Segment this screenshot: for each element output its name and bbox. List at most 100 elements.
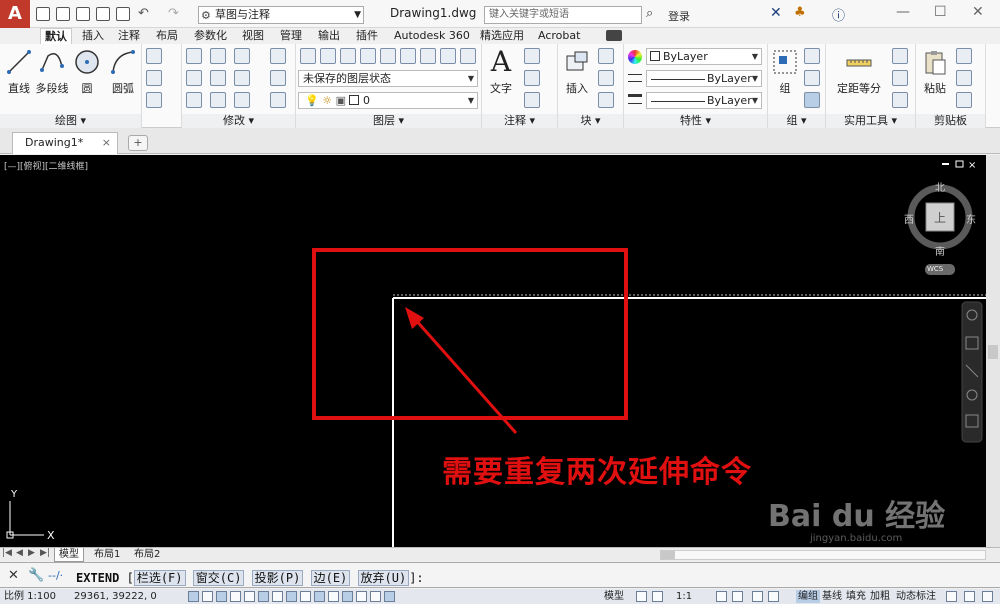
layout-tab-layout2[interactable]: 布局2 (130, 548, 164, 562)
layer-select[interactable]: 💡 ☼ ▣ 0 ▼ (298, 92, 478, 109)
connect-icon[interactable]: ♣ (794, 5, 806, 20)
doc-tab-drawing1[interactable]: Drawing1* × (12, 132, 118, 154)
wrench-icon[interactable]: 🔧 (28, 568, 44, 583)
close-command-line-icon[interactable]: ✕ (8, 568, 19, 583)
dimension-icon[interactable] (524, 48, 540, 64)
status-item-fill[interactable]: 填充 (846, 590, 866, 603)
quick-calc-icon[interactable] (892, 48, 908, 64)
annotation-visibility-icon[interactable] (716, 591, 727, 602)
arc-tool[interactable]: 圆弧 (106, 48, 140, 96)
panel-clipboard-title[interactable]: 剪贴板 (916, 114, 985, 128)
status-item-dynamic-dim[interactable]: 动态标注 (896, 590, 936, 603)
panel-modify-title[interactable]: 修改 ▾ (182, 114, 295, 128)
am-toggle[interactable] (384, 591, 395, 602)
paste-tool[interactable]: 粘贴 (918, 48, 952, 96)
layout-tab-model[interactable]: 模型 (54, 548, 84, 562)
tab-plugins[interactable]: 插件 (352, 28, 382, 44)
option-edge[interactable]: 边(E) (310, 570, 351, 586)
option-crossing[interactable]: 窗交(C) (192, 570, 245, 586)
ducs-toggle[interactable] (300, 591, 311, 602)
linetype-select[interactable]: ByLayer ▼ (646, 70, 762, 87)
cut-icon[interactable] (956, 48, 972, 64)
group-edit-icon[interactable] (804, 70, 820, 86)
close-icon[interactable]: × (102, 133, 111, 153)
grid-toggle[interactable] (216, 591, 227, 602)
layer-previous-icon[interactable] (340, 48, 356, 64)
dyn-toggle[interactable] (314, 591, 325, 602)
clean-screen-icon[interactable] (982, 591, 993, 602)
command-prompt[interactable]: EXTEND [栏选(F) 窗交(C) 投影(P) 边(E) 放弃(U)]: (76, 569, 424, 586)
color-wheel-icon[interactable] (628, 50, 642, 64)
line-tool[interactable]: 直线 (2, 48, 36, 96)
measure-tool[interactable]: 定距等分 (830, 48, 888, 96)
create-block-icon[interactable] (598, 48, 614, 64)
panel-properties-title[interactable]: 特性 ▾ (624, 114, 767, 128)
panel-annotation-title[interactable]: 注释 ▾ (482, 114, 557, 128)
move-icon[interactable] (186, 48, 202, 64)
erase-icon[interactable] (270, 48, 286, 64)
status-item-bold[interactable]: 加粗 (870, 590, 890, 603)
stretch-icon[interactable] (186, 92, 202, 108)
viewcube-top-label[interactable]: 上 (934, 209, 946, 226)
close-window-button[interactable]: ✕ (972, 4, 984, 20)
hardware-acceleration-icon[interactable] (964, 591, 975, 602)
tab-insert[interactable]: 插入 (78, 28, 108, 44)
layer-unlock-icon[interactable] (440, 48, 456, 64)
new-file-icon[interactable] (36, 7, 50, 21)
color-select[interactable]: ByLayer ▼ (646, 48, 762, 65)
lineweight-select[interactable]: ByLayer ▼ (646, 92, 762, 109)
redo-icon[interactable]: ↷ (168, 6, 179, 21)
annotation-scale[interactable]: 1:1 (676, 590, 692, 603)
edit-block-icon[interactable] (598, 70, 614, 86)
boundary-icon[interactable] (146, 92, 162, 108)
rotate-icon[interactable] (210, 48, 226, 64)
leader-icon[interactable] (524, 70, 540, 86)
horizontal-scrollbar[interactable] (660, 550, 986, 560)
offset-icon[interactable] (270, 92, 286, 108)
copy-clip-icon[interactable] (956, 70, 972, 86)
vertical-scroll-thumb[interactable] (988, 345, 998, 359)
isolate-objects-icon[interactable] (946, 591, 957, 602)
tab-default[interactable]: 默认 (40, 28, 72, 44)
compass-south[interactable]: 南 (935, 243, 945, 258)
otrack-toggle[interactable] (286, 591, 297, 602)
layer-properties-icon[interactable] (300, 48, 316, 64)
new-tab-button[interactable]: + (128, 135, 148, 151)
infer-constraints-toggle[interactable] (188, 591, 199, 602)
vertical-scrollbar[interactable] (986, 155, 1000, 547)
application-menu-button[interactable]: A (0, 0, 30, 28)
osnap-toggle[interactable] (258, 591, 269, 602)
layer-isolate-icon[interactable] (360, 48, 376, 64)
tab-output[interactable]: 输出 (314, 28, 344, 44)
binoculars-icon[interactable]: ⌕ (646, 6, 653, 21)
exchange-icon[interactable]: ✕ (770, 5, 782, 21)
tpy-toggle[interactable] (342, 591, 353, 602)
circle-tool[interactable]: 圆 (70, 48, 104, 96)
tab-acrobat[interactable]: Acrobat (534, 28, 584, 44)
open-file-icon[interactable] (56, 7, 70, 21)
undo-icon[interactable]: ↶ (138, 6, 149, 21)
3dosnap-toggle[interactable] (272, 591, 283, 602)
polar-toggle[interactable] (244, 591, 255, 602)
panel-utilities-title[interactable]: 实用工具 ▾ (826, 114, 915, 128)
horizontal-scroll-thumb[interactable] (661, 551, 675, 559)
ribbon-toggle-icon[interactable] (606, 30, 622, 41)
drawing-canvas[interactable]: [—][俯视][二维线框] Y X × 北 南 东 西 上 WCS 需要重复两次… (0, 155, 986, 547)
tab-featured-apps[interactable]: 精选应用 (476, 28, 528, 44)
sc-toggle[interactable] (370, 591, 381, 602)
insert-tool[interactable]: 插入 (560, 48, 594, 96)
qp-toggle[interactable] (356, 591, 367, 602)
copy-with-base-icon[interactable] (956, 92, 972, 108)
array-icon[interactable] (234, 92, 250, 108)
workspace-select[interactable]: ⚙ 草图与注释 ▼ (198, 6, 364, 24)
maximize-button[interactable]: ☐ (934, 4, 947, 20)
group-tool[interactable]: 组 (768, 48, 802, 96)
snap-toggle[interactable] (202, 591, 213, 602)
scale-icon[interactable] (210, 92, 226, 108)
mirror-icon[interactable] (210, 70, 226, 86)
viewport-minimize-icon[interactable] (942, 163, 949, 165)
explode-icon[interactable] (270, 70, 286, 86)
compass-west[interactable]: 西 (904, 211, 914, 226)
option-undo[interactable]: 放弃(U) (357, 570, 410, 586)
status-item-baseline[interactable]: 基线 (822, 590, 842, 603)
